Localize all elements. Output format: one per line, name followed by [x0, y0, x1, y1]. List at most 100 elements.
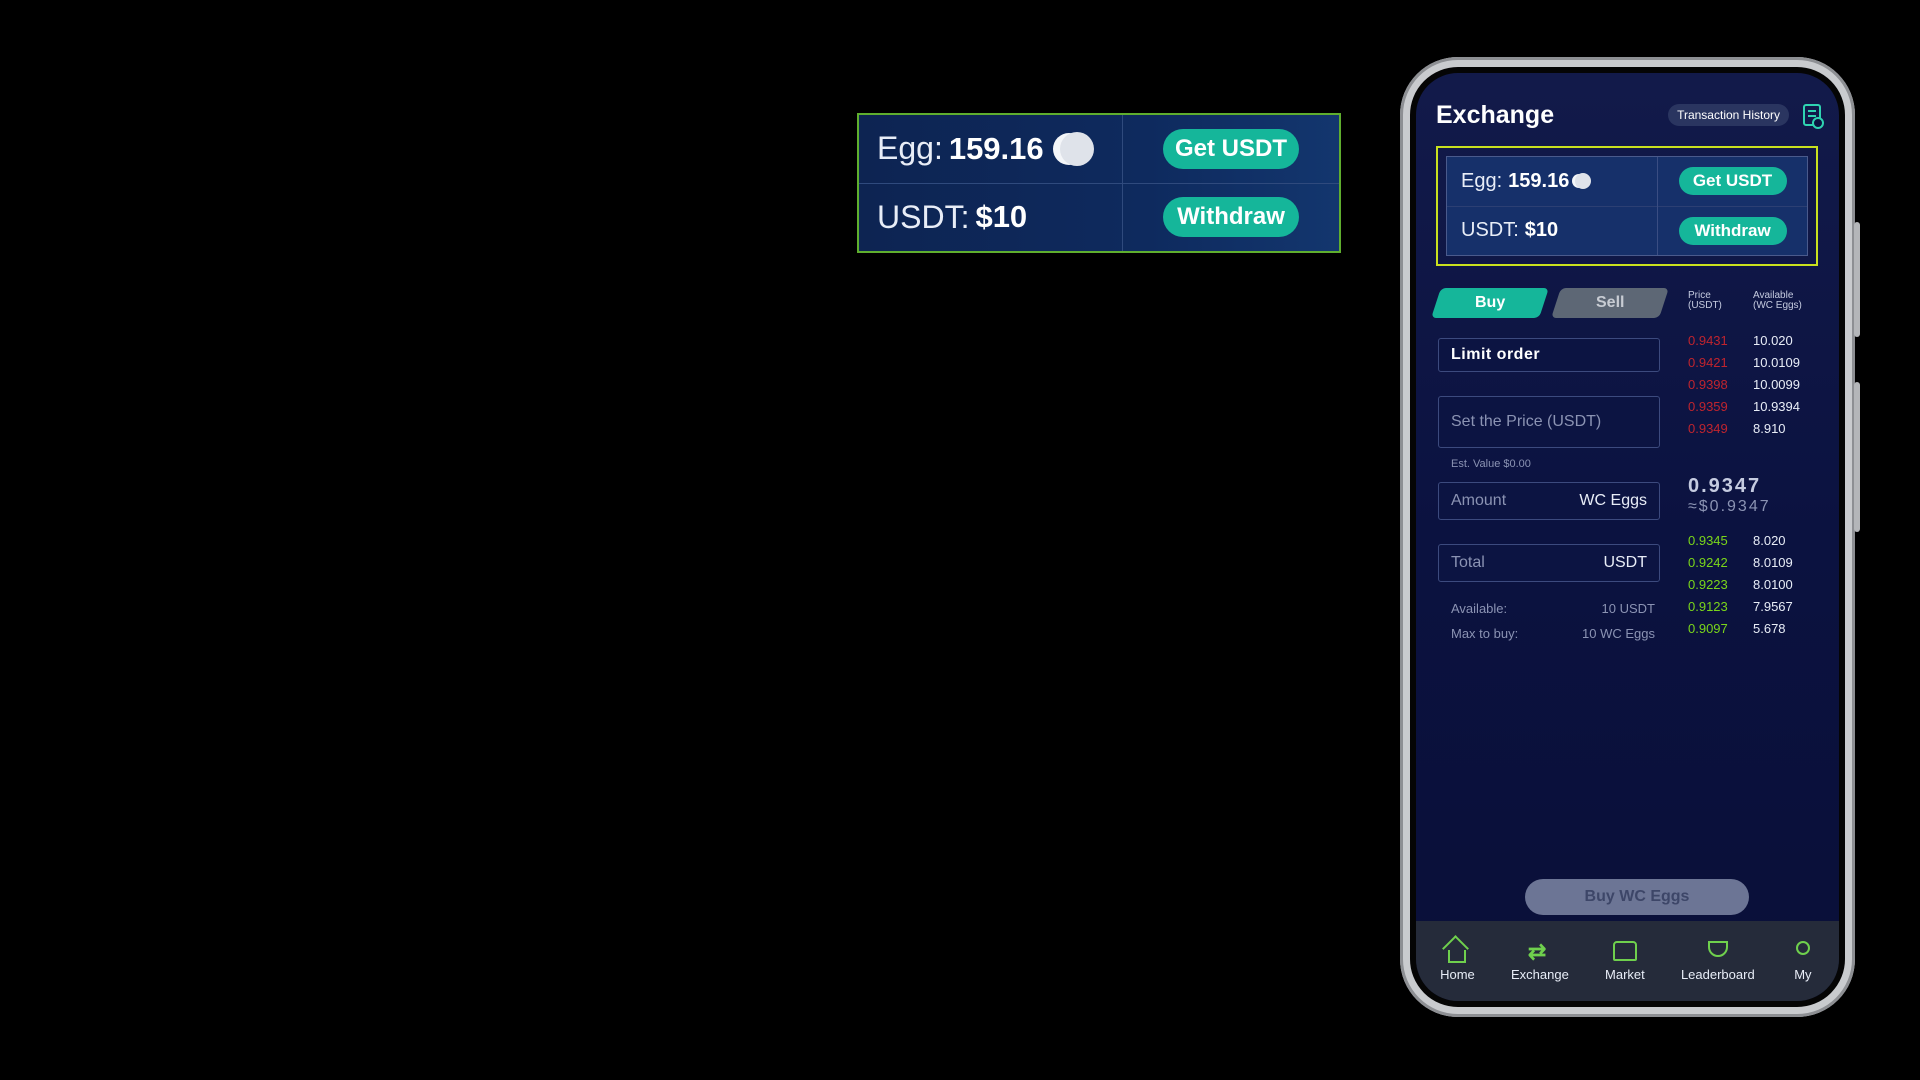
- callout-withdraw-button[interactable]: Withdraw: [1163, 197, 1299, 238]
- callout-usdt-row: USDT: $10: [859, 184, 1122, 252]
- tab-sell[interactable]: Sell: [1551, 288, 1669, 318]
- usdt-label: USDT:: [1461, 219, 1519, 242]
- ask-row[interactable]: 0.9431 10.020: [1688, 329, 1808, 351]
- nav-exchange-label: Exchange: [1510, 966, 1569, 982]
- available-header-line2: (WC Eggs): [1753, 300, 1802, 311]
- history-document-icon[interactable]: [1803, 104, 1824, 129]
- callout-usdt-label: USDT:: [877, 198, 970, 235]
- market-store-icon: [1612, 940, 1637, 963]
- nav-my[interactable]: My: [1791, 940, 1815, 982]
- ask-price: 0.9431: [1688, 332, 1728, 348]
- available-row: Available: 10 USDT: [1451, 601, 1655, 616]
- page-title: Exchange: [1436, 100, 1555, 129]
- ask-price: 0.9398: [1688, 376, 1728, 392]
- orderbook-asks: 0.9431 10.020 0.9421 10.0109 0.9398 10.0099…: [1688, 329, 1808, 439]
- total-unit: USDT: [1603, 554, 1647, 571]
- tab-buy[interactable]: Buy: [1431, 288, 1549, 318]
- ask-price: 0.9349: [1688, 420, 1728, 436]
- orderbook-available-header: Available (WC Eggs): [1753, 291, 1802, 311]
- egg-value: 159.16: [1508, 169, 1570, 192]
- bid-row[interactable]: 0.9123 7.9567: [1688, 595, 1808, 617]
- trophy-icon: [1706, 940, 1730, 963]
- available-value: 10 USDT: [1601, 601, 1655, 616]
- orderbook-bids: 0.9345 8.020 0.9242 8.0109 0.9223 8.0100 0.…: [1688, 529, 1808, 639]
- nav-home-label: Home: [1440, 966, 1475, 982]
- phone-side-button: [1854, 222, 1860, 337]
- last-price-value: 0.9347: [1688, 475, 1762, 497]
- nav-exchange[interactable]: ⇄ Exchange: [1510, 940, 1569, 982]
- ask-row[interactable]: 0.9421 10.0109: [1688, 351, 1808, 373]
- phone-screen: Exchange Transaction History Egg: 159.16…: [1410, 67, 1845, 1007]
- tab-buy-label: Buy: [1474, 294, 1506, 311]
- ask-row[interactable]: 0.9359 10.9394: [1688, 395, 1808, 417]
- egg-coin-icon: [1059, 131, 1094, 166]
- nav-market[interactable]: Market: [1605, 940, 1645, 982]
- ask-price: 0.9421: [1688, 354, 1728, 370]
- callout-egg-label: Egg:: [877, 130, 943, 167]
- bid-price: 0.9242: [1688, 554, 1728, 570]
- nav-my-label: My: [1794, 966, 1812, 982]
- callout-usdt-value: $10: [975, 199, 1028, 235]
- ask-qty: 10.0099: [1753, 376, 1800, 392]
- est-value: Est. Value $0.00: [1451, 458, 1531, 470]
- nav-market-label: Market: [1605, 966, 1645, 982]
- amount-unit: WC Eggs: [1579, 492, 1647, 509]
- amount-placeholder: Amount: [1451, 492, 1507, 509]
- ask-qty: 10.020: [1753, 332, 1793, 348]
- available-label: Available:: [1451, 601, 1508, 616]
- egg-coin-icon: [1575, 173, 1592, 190]
- amount-input[interactable]: Amount WC Eggs: [1438, 482, 1660, 520]
- bid-qty: 5.678: [1753, 620, 1786, 636]
- bid-qty: 7.9567: [1753, 598, 1793, 614]
- transaction-history-button[interactable]: Transaction History: [1668, 104, 1789, 126]
- ask-row[interactable]: 0.9349 8.910: [1688, 417, 1808, 439]
- user-icon: [1791, 940, 1815, 963]
- last-price: 0.9347 ≈$0.9347: [1688, 475, 1771, 516]
- bid-qty: 8.020: [1753, 532, 1786, 548]
- orderbook-price-header: Price (USDT): [1688, 291, 1722, 311]
- get-usdt-button[interactable]: Get USDT: [1678, 167, 1787, 196]
- tab-sell-label: Sell: [1595, 294, 1625, 311]
- price-header-line2: (USDT): [1688, 300, 1722, 311]
- bid-price: 0.9223: [1688, 576, 1728, 592]
- phone-frame: Exchange Transaction History Egg: 159.16…: [1400, 57, 1860, 1017]
- ask-row[interactable]: 0.9398 10.0099: [1688, 373, 1808, 395]
- balance-panel: Egg: 159.16 USDT: $10 Get USDT Withdraw: [1446, 156, 1808, 256]
- buy-wc-eggs-button[interactable]: Buy WC Eggs: [1525, 879, 1749, 915]
- home-icon: [1445, 941, 1469, 963]
- ask-qty: 8.910: [1753, 420, 1786, 436]
- ask-qty: 10.0109: [1753, 354, 1800, 370]
- balance-panel-highlight: Egg: 159.16 USDT: $10 Get USDT Withdraw: [1436, 146, 1818, 266]
- bid-qty: 8.0109: [1753, 554, 1793, 570]
- callout-get-usdt-button[interactable]: Get USDT: [1163, 128, 1299, 169]
- bottom-nav: Home ⇄ Exchange Market Leaderboard My: [1416, 921, 1839, 1001]
- bid-price: 0.9097: [1688, 620, 1728, 636]
- total-input[interactable]: Total USDT: [1438, 544, 1660, 582]
- max-buy-value: 10 WC Eggs: [1582, 626, 1655, 641]
- max-buy-label: Max to buy:: [1451, 626, 1519, 641]
- nav-home[interactable]: Home: [1440, 941, 1475, 982]
- order-type-select[interactable]: Limit order: [1438, 338, 1660, 372]
- callout-egg-value: 159.16: [948, 130, 1044, 166]
- phone-side-button: [1854, 382, 1860, 532]
- bid-row[interactable]: 0.9223 8.0100: [1688, 573, 1808, 595]
- usdt-value: $10: [1524, 219, 1559, 242]
- last-price-usd: ≈$0.9347: [1688, 498, 1771, 515]
- bid-qty: 8.0100: [1753, 576, 1793, 592]
- total-placeholder: Total: [1451, 554, 1485, 571]
- bid-price: 0.9123: [1688, 598, 1728, 614]
- balance-callout-zoom: Egg: 159.16 USDT: $10 Get USDT Withdraw: [857, 113, 1341, 253]
- usdt-balance-row: USDT: $10: [1447, 207, 1657, 256]
- nav-leaderboard-label: Leaderboard: [1680, 966, 1755, 982]
- bid-price: 0.9345: [1688, 532, 1728, 548]
- bid-row[interactable]: 0.9345 8.020: [1688, 529, 1808, 551]
- bid-row[interactable]: 0.9097 5.678: [1688, 617, 1808, 639]
- callout-egg-row: Egg: 159.16: [859, 115, 1122, 184]
- bid-row[interactable]: 0.9242 8.0109: [1688, 551, 1808, 573]
- header: Exchange Transaction History: [1436, 95, 1824, 135]
- buy-sell-tabs: Buy Sell: [1431, 288, 1669, 318]
- nav-leaderboard[interactable]: Leaderboard: [1680, 940, 1755, 982]
- withdraw-button[interactable]: Withdraw: [1678, 216, 1787, 245]
- price-input[interactable]: Set the Price (USDT): [1438, 396, 1660, 448]
- egg-label: Egg:: [1461, 169, 1503, 192]
